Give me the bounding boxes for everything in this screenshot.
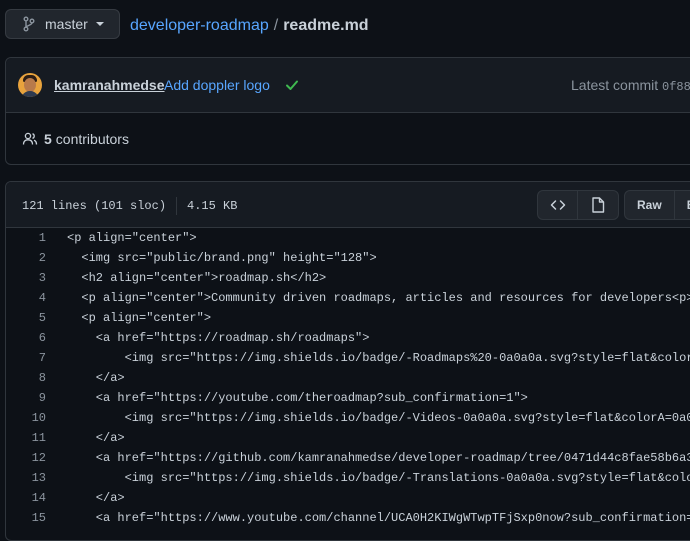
line-number[interactable]: 15 — [6, 511, 46, 525]
code-line: 10 <img src="https://img.shields.io/badg… — [6, 408, 690, 428]
people-icon — [22, 132, 38, 145]
file-lines-info: 121 lines (101 sloc) — [22, 199, 167, 213]
blame-button[interactable]: B — [675, 191, 690, 219]
line-code: <a href="https://roadmap.sh/roadmaps"> — [67, 331, 370, 345]
latest-commit-row: kamranahmedse Add doppler logo Latest co… — [6, 58, 690, 113]
line-code: </a> — [67, 431, 125, 445]
code-icon — [550, 200, 565, 210]
line-code: <img src="https://img.shields.io/badge/-… — [67, 411, 690, 425]
line-code: <a href="https://github.com/kamranahmeds… — [67, 451, 690, 465]
line-code: <a href="https://www.youtube.com/channel… — [67, 511, 690, 525]
code-line: 2 <img src="public/brand.png" height="12… — [6, 248, 690, 268]
file-header: 121 lines (101 sloc) 4.15 KB Raw B — [6, 182, 690, 228]
line-code: <p align="center"> — [67, 231, 197, 245]
line-code: <a href="https://youtube.com/theroadmap?… — [67, 391, 528, 405]
code-line: 4 <p align="center">Community driven roa… — [6, 288, 690, 308]
latest-commit: Latest commit 0f88 — [571, 77, 690, 94]
breadcrumb-repo-link[interactable]: developer-roadmap — [130, 17, 269, 34]
line-number[interactable]: 7 — [6, 351, 46, 365]
file-navigation: master developer-roadmap / readme.md — [0, 0, 690, 50]
chevron-down-icon — [95, 22, 104, 26]
display-source-button[interactable] — [538, 191, 578, 219]
view-toggle-group — [537, 190, 619, 220]
line-number[interactable]: 5 — [6, 311, 46, 325]
contributors-count: 5 — [44, 131, 52, 147]
line-code: <img src="https://img.shields.io/badge/-… — [67, 471, 690, 485]
code-line: 13 <img src="https://img.shields.io/badg… — [6, 468, 690, 488]
check-icon[interactable] — [285, 78, 299, 92]
breadcrumb-file: readme.md — [283, 17, 369, 34]
display-rendered-button[interactable] — [578, 191, 618, 219]
code-line: 15 <a href="https://www.youtube.com/chan… — [6, 508, 690, 528]
latest-commit-label: Latest commit — [571, 77, 659, 93]
file-size: 4.15 KB — [187, 199, 238, 213]
file-icon — [592, 197, 605, 213]
file-actions-group: Raw B — [624, 190, 690, 220]
contributors-label: contributors — [55, 131, 129, 147]
line-code: <p align="center"> — [67, 311, 212, 325]
code-line: 7 <img src="https://img.shields.io/badge… — [6, 348, 690, 368]
code-line: 3 <h2 align="center">roadmap.sh</h2> — [6, 268, 690, 288]
code-line: 14 </a> — [6, 488, 690, 508]
code-line: 9 <a href="https://youtube.com/theroadma… — [6, 388, 690, 408]
line-number[interactable]: 2 — [6, 251, 46, 265]
commit-message-link[interactable]: Add doppler logo — [164, 77, 270, 93]
file-info: 121 lines (101 sloc) 4.15 KB — [22, 197, 237, 215]
line-code: <h2 align="center">roadmap.sh</h2> — [67, 271, 327, 285]
line-number[interactable]: 12 — [6, 451, 46, 465]
line-number[interactable]: 8 — [6, 371, 46, 385]
line-code: <img src="https://img.shields.io/badge/-… — [67, 351, 690, 365]
line-number[interactable]: 6 — [6, 331, 46, 345]
file-viewer: 121 lines (101 sloc) 4.15 KB Raw B 1 <p a… — [5, 181, 690, 541]
code-line: 1 <p align="center"> — [6, 228, 690, 248]
code-line: 11 </a> — [6, 428, 690, 448]
line-number[interactable]: 9 — [6, 391, 46, 405]
line-number[interactable]: 4 — [6, 291, 46, 305]
contributors-link[interactable]: 5 contributors — [22, 131, 129, 147]
branch-select-button[interactable]: master — [5, 9, 120, 39]
line-number[interactable]: 3 — [6, 271, 46, 285]
code-line: 12 <a href="https://github.com/kamranahm… — [6, 448, 690, 468]
line-number[interactable]: 10 — [6, 411, 46, 425]
commit-box: kamranahmedse Add doppler logo Latest co… — [5, 57, 690, 165]
breadcrumb: developer-roadmap / readme.md — [130, 16, 369, 36]
code-line: 5 <p align="center"> — [6, 308, 690, 328]
breadcrumb-separator: / — [273, 17, 279, 34]
line-code: </a> — [67, 491, 125, 505]
line-code: </a> — [67, 371, 125, 385]
git-branch-icon — [23, 16, 35, 32]
code-line: 6 <a href="https://roadmap.sh/roadmaps"> — [6, 328, 690, 348]
commit-author-link[interactable]: kamranahmedse — [54, 77, 165, 93]
line-code: <img src="public/brand.png" height="128"… — [67, 251, 377, 265]
code-table: 1 <p align="center"> 2 <img src="public/br… — [6, 228, 690, 528]
divider — [176, 197, 178, 215]
branch-name: master — [45, 16, 88, 32]
raw-button[interactable]: Raw — [625, 191, 675, 219]
line-number[interactable]: 1 — [6, 231, 46, 245]
line-code: <p align="center">Community driven roadm… — [67, 291, 690, 305]
code-line: 8 </a> — [6, 368, 690, 388]
commit-sha-link[interactable]: 0f88 — [662, 80, 690, 94]
line-number[interactable]: 14 — [6, 491, 46, 505]
line-number[interactable]: 11 — [6, 431, 46, 445]
avatar[interactable] — [18, 73, 42, 97]
line-number[interactable]: 13 — [6, 471, 46, 485]
